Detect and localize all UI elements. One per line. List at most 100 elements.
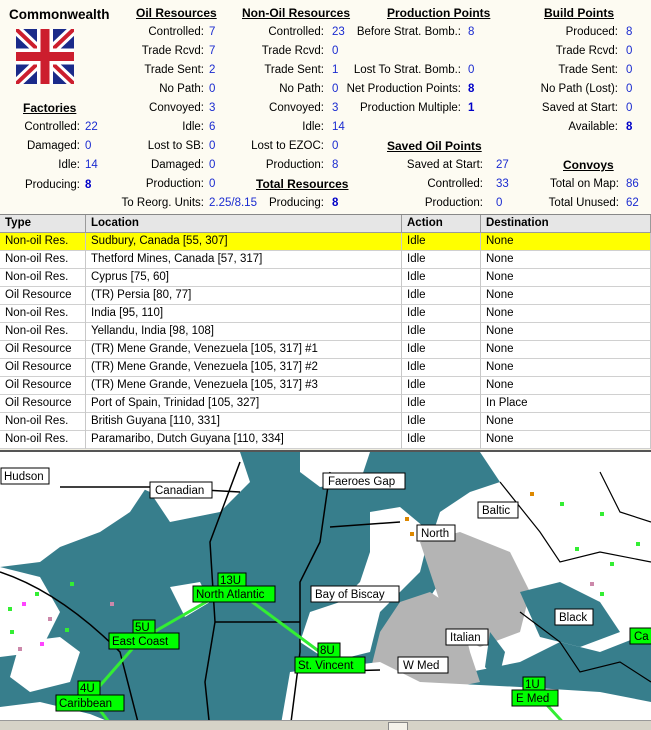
cell-location: Port of Spain, Trinidad [105, 327] bbox=[86, 395, 402, 413]
convoys-row-label: Total Unused: bbox=[548, 197, 619, 209]
cell-destination: In Place bbox=[481, 395, 651, 413]
convoy-st-vincent: St. Vincent bbox=[298, 660, 354, 672]
map-label-baltic: Baltic bbox=[482, 505, 510, 517]
column-header-type[interactable]: Type bbox=[0, 215, 86, 232]
table-row[interactable]: Non-oil Res. Yellandu, India [98, 108] Idl… bbox=[0, 323, 651, 341]
cell-location: (TR) Mene Grande, Venezuela [105, 317] #… bbox=[86, 377, 402, 395]
cell-type: Non-oil Res. bbox=[0, 413, 86, 431]
saved-oil-row-label: Saved at Start: bbox=[406, 159, 483, 171]
cell-location: Yellandu, India [98, 108] bbox=[86, 323, 402, 341]
map-label-faeroes-gap: Faeroes Gap bbox=[328, 476, 395, 488]
cell-type: Non-oil Res. bbox=[0, 269, 86, 287]
cell-action: Idle bbox=[402, 341, 481, 359]
faction-name: Commonwealth bbox=[9, 7, 110, 22]
table-row[interactable]: Oil Resource (TR) Persia [80, 77] Idle None bbox=[0, 287, 651, 305]
map-canvas[interactable]: Hudson Canadian Faeroes Gap Baltic North… bbox=[0, 452, 651, 730]
cell-destination: None bbox=[481, 377, 651, 395]
cell-action: Idle bbox=[402, 431, 481, 449]
column-header-action[interactable]: Action bbox=[402, 215, 481, 232]
oil-row-label: Damaged: bbox=[150, 159, 204, 171]
map-label-italian: Italian bbox=[450, 632, 481, 644]
cell-type: Non-oil Res. bbox=[0, 323, 86, 341]
non-oil-row-label: No Path: bbox=[279, 83, 324, 95]
build-row-label: Trade Sent: bbox=[558, 64, 618, 76]
table-row[interactable]: Non-oil Res. India [95, 110] Idle None bbox=[0, 305, 651, 323]
total-producing-value: 8 bbox=[332, 197, 339, 209]
cell-action: Idle bbox=[402, 269, 481, 287]
oil-row-label: Convoyed: bbox=[149, 102, 204, 114]
cell-type: Oil Resource bbox=[0, 377, 86, 395]
production-lost-row-label: Lost To Strat. Bomb.: bbox=[353, 64, 461, 76]
table-row[interactable]: Non-oil Res. Paramaribo, Dutch Guyana [11… bbox=[0, 431, 651, 449]
table-row[interactable]: Oil Resource (TR) Mene Grande, Venezuela … bbox=[0, 341, 651, 359]
table-row[interactable]: Non-oil Res. British Guyana [110, 331] Idl… bbox=[0, 413, 651, 431]
non-oil-resources-heading: Non-Oil Resources bbox=[242, 6, 351, 20]
cell-location: British Guyana [110, 331] bbox=[86, 413, 402, 431]
cell-destination: None bbox=[481, 431, 651, 449]
table-header: Type Location Action Destination bbox=[0, 215, 651, 233]
cell-location: (TR) Persia [80, 77] bbox=[86, 287, 402, 305]
cell-type: Non-oil Res. bbox=[0, 305, 86, 323]
column-header-destination[interactable]: Destination bbox=[481, 215, 651, 232]
summary-panel: Commonwealth Factories Controlled: 22 Da… bbox=[0, 0, 651, 214]
map-label-canadian: Canadian bbox=[155, 485, 204, 497]
table-row[interactable]: Oil Resource (TR) Mene Grande, Venezuela … bbox=[0, 359, 651, 377]
cell-type: Oil Resource bbox=[0, 341, 86, 359]
build-points-heading: Build Points bbox=[544, 6, 614, 20]
cell-action: Idle bbox=[402, 287, 481, 305]
cell-location: India [95, 110] bbox=[86, 305, 402, 323]
convoy-count-north-atlantic: 13U bbox=[220, 575, 241, 587]
non-oil-row-label: Trade Rcvd: bbox=[261, 45, 324, 57]
cell-location: Paramaribo, Dutch Guyana [110, 334] bbox=[86, 431, 402, 449]
factories-heading: Factories bbox=[23, 101, 77, 115]
cell-action: Idle bbox=[402, 305, 481, 323]
table-row[interactable]: Oil Resource (TR) Mene Grande, Venezuela … bbox=[0, 377, 651, 395]
factories-damaged: Damaged: bbox=[26, 140, 80, 152]
table-row[interactable]: Non-oil Res. Cyprus [75, 60] Idle None bbox=[0, 269, 651, 287]
convoy-count-caribbean: 4U bbox=[80, 683, 95, 695]
cell-type: Non-oil Res. bbox=[0, 251, 86, 269]
cell-action: Idle bbox=[402, 323, 481, 341]
production-points-heading: Production Points bbox=[387, 6, 491, 20]
column-header-location[interactable]: Location bbox=[86, 215, 402, 232]
saved-oil-heading: Saved Oil Points bbox=[387, 139, 482, 153]
union-jack-flag-icon bbox=[16, 29, 74, 84]
build-row-label: Produced: bbox=[565, 26, 618, 38]
cell-destination: None bbox=[481, 359, 651, 377]
build-row-label: Saved at Start: bbox=[541, 102, 618, 114]
table-row[interactable]: Non-oil Res. Sudbury, Canada [55, 307] Idl… bbox=[0, 233, 651, 251]
map-label-black: Black bbox=[559, 612, 587, 624]
factories-producing: Producing: bbox=[25, 179, 80, 191]
cell-action: Idle bbox=[402, 233, 481, 251]
map-horizontal-scrollbar[interactable] bbox=[0, 720, 651, 730]
factories-idle: Idle: bbox=[58, 159, 80, 171]
non-oil-row-label: Production: bbox=[265, 159, 324, 171]
oil-row-label: Idle: bbox=[182, 121, 204, 133]
total-resources-heading: Total Resources bbox=[256, 177, 349, 191]
oil-row-label: Controlled: bbox=[148, 26, 204, 38]
saved-oil-row-label: Production: bbox=[424, 197, 483, 209]
oil-row-label: No Path: bbox=[159, 83, 204, 95]
convoys-row-label: Total on Map: bbox=[549, 178, 619, 190]
cell-destination: None bbox=[481, 251, 651, 269]
cell-location: Thetford Mines, Canada [57, 317] bbox=[86, 251, 402, 269]
convoy-ca: Ca bbox=[634, 631, 649, 643]
oil-row-label: Trade Rcvd: bbox=[141, 45, 204, 57]
build-row-label: Available: bbox=[568, 121, 618, 133]
table-row[interactable]: Oil Resource Port of Spain, Trinidad [105… bbox=[0, 395, 651, 413]
non-oil-row-label: Convoyed: bbox=[269, 102, 324, 114]
build-row-label: Trade Rcvd: bbox=[555, 45, 618, 57]
scrollbar-thumb[interactable] bbox=[388, 722, 408, 730]
table-row[interactable]: Non-oil Res. Thetford Mines, Canada [57, … bbox=[0, 251, 651, 269]
cell-type: Oil Resource bbox=[0, 395, 86, 413]
non-oil-row-label: Lost to EZOC: bbox=[251, 140, 324, 152]
cell-action: Idle bbox=[402, 377, 481, 395]
map-label-hudson: Hudson bbox=[4, 471, 44, 483]
world-map[interactable]: Hudson Canadian Faeroes Gap Baltic North… bbox=[0, 450, 651, 730]
cell-action: Idle bbox=[402, 413, 481, 431]
non-oil-row-label: Idle: bbox=[302, 121, 324, 133]
cell-action: Idle bbox=[402, 359, 481, 377]
cell-type: Non-oil Res. bbox=[0, 233, 86, 251]
convoy-north-atlantic: North Atlantic bbox=[196, 589, 265, 601]
resource-table: Type Location Action Destination Non-oil… bbox=[0, 214, 651, 449]
